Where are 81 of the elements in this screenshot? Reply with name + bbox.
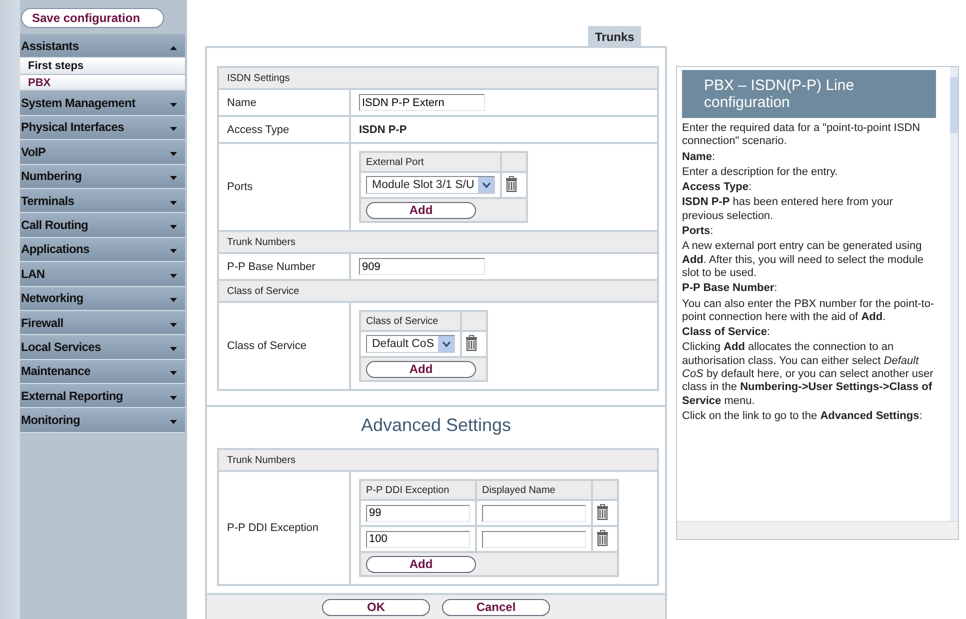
field-label: Class of Service	[218, 302, 350, 390]
expand-arrow-icon[interactable]	[170, 298, 177, 302]
help-title: PBX – ISDN(P-P) Line configuration	[682, 70, 936, 118]
expand-arrow-icon[interactable]	[170, 127, 177, 132]
menu-item[interactable]: System Management	[20, 91, 185, 116]
menu-item[interactable]: Monitoring	[20, 408, 185, 433]
trash-icon[interactable]	[596, 530, 609, 546]
menu-item[interactable]: Firewall	[20, 310, 185, 336]
expand-arrow-icon[interactable]	[170, 396, 177, 400]
menu-item[interactable]: VoIP	[20, 140, 185, 165]
select-field[interactable]: Module Slot 3/1 S/U	[366, 176, 496, 194]
dropdown-chevron-icon[interactable]	[482, 182, 491, 188]
expand-arrow-icon[interactable]	[170, 274, 177, 278]
expand-arrow-icon[interactable]	[170, 152, 177, 156]
help-text: Enter a description for the entry.	[682, 166, 839, 180]
menu-item[interactable]: Maintenance	[20, 360, 185, 384]
help-text: P-P Base Number:	[682, 282, 778, 296]
help-text: Class of Service:	[682, 326, 772, 340]
section-header: Trunk Numbers	[218, 231, 658, 253]
trash-icon[interactable]	[596, 504, 609, 520]
expand-arrow-icon[interactable]	[170, 225, 177, 230]
column-header: P-P DDI Exception	[360, 480, 476, 500]
add-button[interactable]: Add	[366, 202, 476, 218]
input-field[interactable]	[482, 530, 586, 548]
input-field[interactable]: 100	[366, 530, 470, 548]
dialog-button[interactable]: Cancel	[442, 598, 550, 616]
page-title: Trunks	[588, 26, 642, 48]
save-configuration-button[interactable]: Save configuration	[21, 8, 164, 28]
expand-arrow-icon[interactable]	[170, 322, 177, 327]
menu-item[interactable]: External Reporting	[20, 384, 185, 408]
menu-item[interactable]: LAN	[20, 262, 185, 287]
menu-item[interactable]: Assistants	[20, 34, 185, 58]
menu-item[interactable]: Networking	[20, 286, 185, 311]
menu-item[interactable]: Call Routing	[20, 213, 185, 238]
menu-item[interactable]: Physical Interfaces	[20, 116, 185, 140]
menu-item[interactable]: Terminals	[20, 188, 185, 214]
expand-arrow-icon[interactable]	[170, 200, 177, 205]
menu-item[interactable]: Numbering	[20, 164, 185, 189]
help-text: A new external port entry can be generated using Add. After this, you will need to select the module slot to be used.	[682, 240, 925, 280]
help-text: Enter the required data for a "point-to-point ISDN connection" scenario.	[682, 122, 922, 149]
help-text: You can also enter the PBX number for the point-to-point connection here with the aid of Add.	[682, 298, 936, 324]
add-button[interactable]: Add	[366, 360, 476, 378]
help-text: Clicking Add allocates the connection to an authorisation class. You can either select Default CoS by default here, or you can select another user class in the Numbering->User Settings->Class of Service menu.	[682, 341, 934, 408]
help-text: Name:	[682, 150, 716, 164]
add-button[interactable]: Add	[366, 556, 476, 572]
trash-icon[interactable]	[505, 176, 518, 192]
input-field[interactable]: 99	[366, 504, 470, 522]
select-field[interactable]: Default CoS	[366, 335, 456, 353]
expand-arrow-icon[interactable]	[170, 249, 177, 254]
help-text: Access Type:	[682, 181, 753, 194]
trash-icon[interactable]	[465, 334, 478, 350]
expand-arrow-icon[interactable]	[170, 103, 177, 108]
help-text: ISDN P-P has been entered here from your previous selection.	[682, 196, 894, 224]
menu-item[interactable]: Local Services	[20, 335, 185, 360]
input-field[interactable]: ISDN P-P Extern	[359, 94, 485, 111]
dialog-button[interactable]: OK	[322, 598, 430, 616]
dropdown-chevron-icon[interactable]	[442, 341, 451, 347]
submenu-item[interactable]: First steps	[20, 58, 185, 75]
section-header: Trunk Numbers	[218, 449, 658, 471]
column-header: External Port	[360, 152, 502, 172]
help-text: Click on the link to go to the Advanced Settings:	[682, 410, 924, 424]
scrollbar[interactable]	[677, 521, 958, 539]
collapse-arrow-icon[interactable]	[170, 46, 177, 50]
value-text: ISDN P-P	[359, 124, 407, 136]
input-field[interactable]	[482, 504, 586, 522]
field-label: Name	[218, 89, 350, 116]
section-header: ISDN Settings	[218, 67, 658, 89]
field-label: P-P DDI Exception	[218, 471, 350, 585]
column-header: Class of Service	[360, 311, 462, 331]
expand-arrow-icon[interactable]	[170, 371, 177, 376]
menu-item[interactable]: Applications	[20, 238, 185, 262]
expand-arrow-icon[interactable]	[170, 346, 177, 351]
expand-arrow-icon[interactable]	[170, 420, 177, 424]
field-label: Access Type	[218, 116, 350, 143]
submenu-item[interactable]: PBX	[20, 74, 185, 92]
section-header: Class of Service	[218, 280, 658, 302]
help-text: Ports:	[682, 225, 714, 238]
expand-arrow-icon[interactable]	[170, 176, 177, 180]
input-field[interactable]: 909	[359, 258, 485, 275]
column-header: Displayed Name	[476, 480, 592, 500]
scrollbar[interactable]	[950, 67, 958, 522]
